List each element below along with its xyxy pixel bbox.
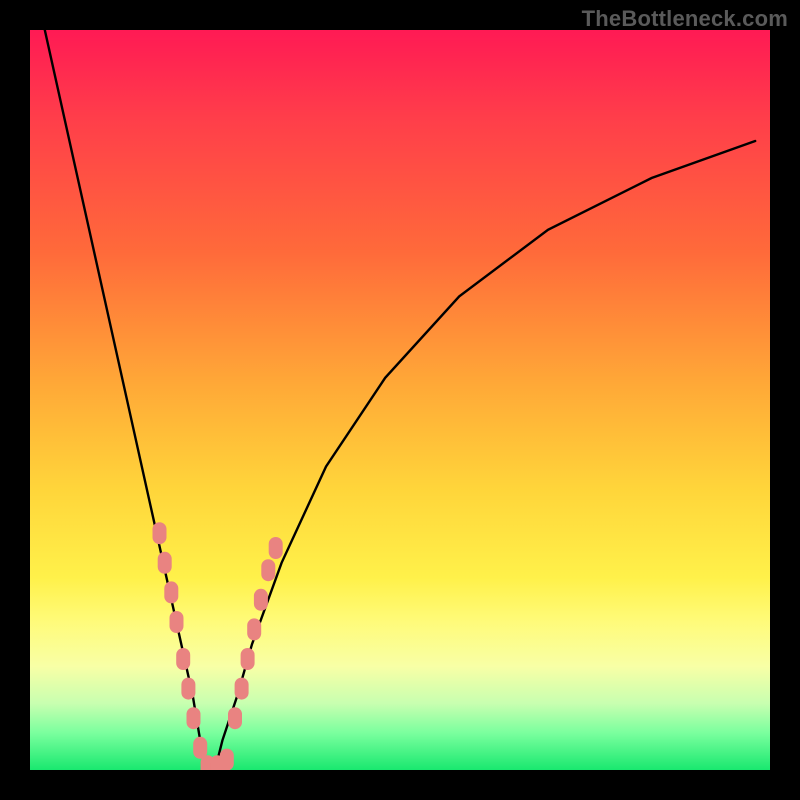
data-marker	[269, 537, 283, 559]
data-marker	[158, 552, 172, 574]
watermark-text: TheBottleneck.com	[582, 6, 788, 32]
data-marker	[176, 648, 190, 670]
data-marker	[153, 522, 167, 544]
data-marker	[247, 618, 261, 640]
data-marker	[181, 678, 195, 700]
data-marker	[228, 707, 242, 729]
plot-frame	[30, 30, 770, 770]
data-marker	[187, 707, 201, 729]
data-marker	[164, 581, 178, 603]
data-marker	[261, 559, 275, 581]
data-marker	[254, 589, 268, 611]
data-marker	[220, 749, 234, 770]
data-marker	[170, 611, 184, 633]
data-marker	[193, 737, 207, 759]
data-markers	[153, 522, 283, 770]
curve-layer	[30, 30, 770, 770]
plot-area	[30, 30, 770, 770]
data-marker	[241, 648, 255, 670]
data-marker	[235, 678, 249, 700]
bottleneck-curve	[45, 30, 755, 770]
